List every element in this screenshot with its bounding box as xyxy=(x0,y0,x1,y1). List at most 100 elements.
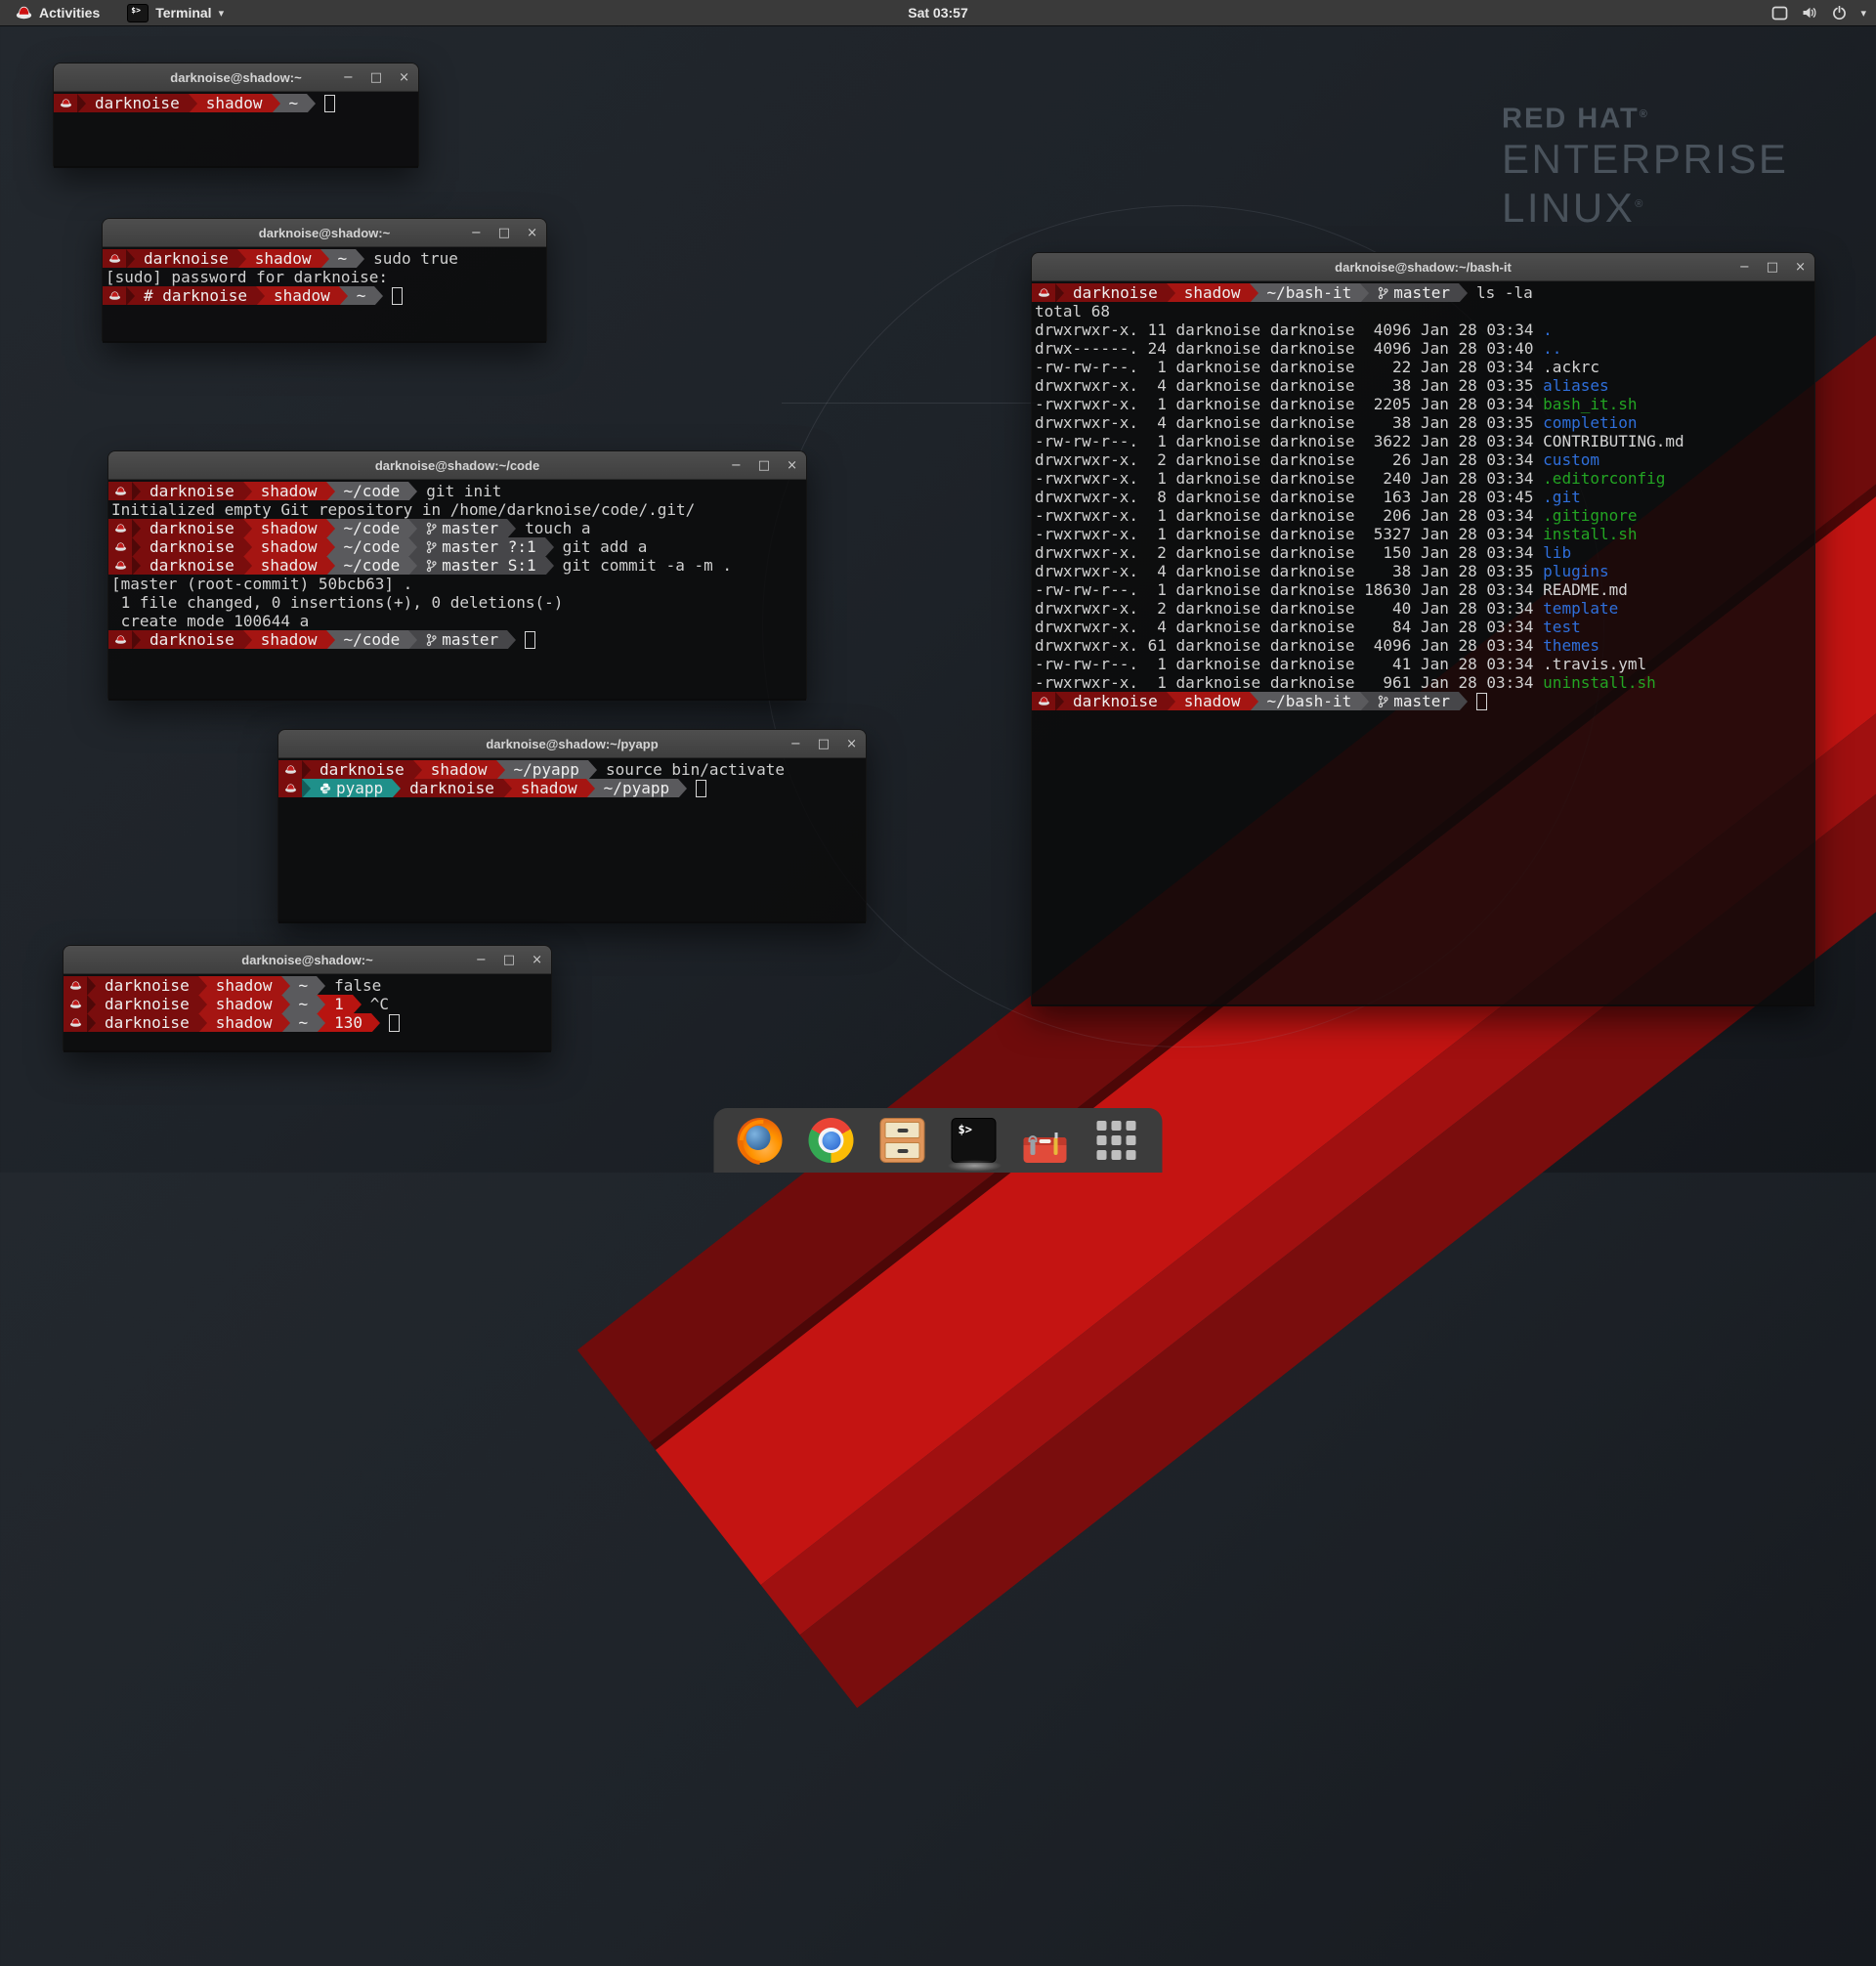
powerline-arrow xyxy=(326,537,335,556)
maximize-button[interactable]: □ xyxy=(1767,261,1778,274)
prompt-segment-path: ~/code xyxy=(335,630,409,649)
terminal-window-home-1[interactable]: darknoise@shadow:~ − □ × darknoiseshadow… xyxy=(53,63,419,167)
prompt-segment-text: shadow xyxy=(431,760,488,779)
powerline-arrow xyxy=(243,482,252,500)
window-titlebar[interactable]: darknoise@shadow:~ − □ × xyxy=(54,64,418,92)
terminal-line: darknoiseshadow~/bash-itmaster xyxy=(1032,692,1814,710)
prompt-segment-text: darknoise xyxy=(105,995,190,1013)
minimize-button[interactable]: − xyxy=(471,227,482,239)
maximize-button[interactable]: □ xyxy=(818,738,830,750)
files-icon[interactable] xyxy=(880,1118,925,1163)
window-titlebar[interactable]: darknoise@shadow:~/code − □ × xyxy=(108,451,806,480)
prompt-segment-icon xyxy=(64,976,87,995)
app-menu-terminal[interactable]: $> Terminal ▾ xyxy=(117,0,234,25)
file-name: custom xyxy=(1543,450,1599,469)
prompt-segment-path: ~ xyxy=(329,249,357,268)
powerline-arrow xyxy=(392,779,401,797)
terminal-line: [sudo] password for darknoise: xyxy=(103,268,546,286)
prompt-segment-user: darknoise xyxy=(141,630,243,649)
terminal-window-exit-codes[interactable]: darknoise@shadow:~ − □ × darknoiseshadow… xyxy=(63,945,552,1051)
prompt-segment-text: master xyxy=(442,630,498,649)
powerline-arrow xyxy=(1167,283,1175,302)
toolbox-icon[interactable] xyxy=(1023,1118,1068,1163)
command-text: ^C xyxy=(370,995,389,1013)
prompt-segment-path: ~ xyxy=(290,995,318,1013)
powerline-arrow xyxy=(1250,692,1258,710)
prompt-segment-path: ~/bash-it xyxy=(1258,692,1361,710)
powerline-arrow xyxy=(320,249,329,268)
powerline-arrow xyxy=(272,94,280,112)
chrome-icon[interactable] xyxy=(809,1118,854,1163)
powerline-arrow xyxy=(408,556,417,575)
terminal-cursor xyxy=(389,1014,400,1032)
prompt-segment-text: darknoise xyxy=(320,760,405,779)
prompt-segment-path: ~/code xyxy=(335,556,409,575)
redhat-icon xyxy=(60,98,72,108)
prompt-segment-text: 1 xyxy=(334,995,344,1013)
app-grid-icon[interactable] xyxy=(1094,1118,1139,1163)
minimize-button[interactable]: − xyxy=(1739,261,1750,274)
window-titlebar[interactable]: darknoise@shadow:~/pyapp − □ × xyxy=(278,730,866,758)
terminal-icon[interactable]: $> xyxy=(952,1118,997,1163)
prompt-segment-host: shadow xyxy=(197,94,272,112)
minimize-button[interactable]: − xyxy=(476,954,487,966)
terminal-window-pyapp[interactable]: darknoise@shadow:~/pyapp − □ × darknoise… xyxy=(277,729,867,922)
close-button[interactable]: × xyxy=(399,71,409,84)
close-button[interactable]: × xyxy=(1795,261,1806,274)
running-indicator xyxy=(948,1160,1002,1172)
redhat-icon xyxy=(284,783,297,793)
terminal-line: darknoiseshadow~/codegit init xyxy=(108,482,806,500)
terminal-content[interactable]: darknoiseshadow~ xyxy=(54,92,418,168)
wallpaper-hairline xyxy=(782,403,1036,404)
terminal-line: -rw-rw-r--. 1 darknoise darknoise 3622 J… xyxy=(1032,432,1814,450)
maximize-button[interactable]: □ xyxy=(758,459,770,472)
firefox-icon[interactable] xyxy=(738,1118,783,1163)
redhat-icon xyxy=(69,999,82,1009)
terminal-content[interactable]: darknoiseshadow~falsedarknoiseshadow~1^C… xyxy=(64,974,551,1052)
maximize-button[interactable]: □ xyxy=(370,71,382,84)
prompt-segment-text: master xyxy=(442,519,498,537)
prompt-segment-text: ~/bash-it xyxy=(1267,283,1352,302)
window-titlebar[interactable]: darknoise@shadow:~ − □ × xyxy=(103,219,546,247)
prompt-segment-user: darknoise xyxy=(401,779,503,797)
prompt-segment-text: master ?:1 xyxy=(442,537,535,556)
window-titlebar[interactable]: darknoise@shadow:~/bash-it − □ × xyxy=(1032,253,1814,281)
prompt-segment-text: shadow xyxy=(1184,283,1241,302)
clock-label[interactable]: Sat 03:57 xyxy=(908,5,967,21)
terminal-content[interactable]: darknoiseshadow~/bash-itmasterls -latota… xyxy=(1032,281,1814,1006)
close-button[interactable]: × xyxy=(787,459,797,472)
powerline-arrow xyxy=(353,995,362,1013)
redhat-icon xyxy=(284,764,297,775)
terminal-line: drwxrwxr-x. 61 darknoise darknoise 4096 … xyxy=(1032,636,1814,655)
system-tray[interactable]: ▾ xyxy=(1771,0,1866,25)
minimize-button[interactable]: − xyxy=(790,738,801,750)
terminal-content[interactable]: darknoiseshadow~/codegit initInitialized… xyxy=(108,480,806,701)
maximize-button[interactable]: □ xyxy=(503,954,515,966)
terminal-content[interactable]: darknoiseshadow~sudo true[sudo] password… xyxy=(103,247,546,343)
terminal-window-bashit[interactable]: darknoise@shadow:~/bash-it − □ × darknoi… xyxy=(1031,252,1815,1005)
file-name: .travis.yml xyxy=(1543,655,1646,673)
prompt-segment-icon xyxy=(108,630,132,649)
terminal-cursor xyxy=(696,780,706,797)
prompt-segment-user: darknoise xyxy=(96,976,198,995)
prompt-segment-text: darknoise xyxy=(105,1013,190,1032)
close-button[interactable]: × xyxy=(846,738,857,750)
activities-button[interactable]: Activities xyxy=(8,0,107,25)
redhat-icon xyxy=(1038,287,1050,298)
prompt-segment-icon xyxy=(108,537,132,556)
close-button[interactable]: × xyxy=(532,954,542,966)
terminal-line: -rw-rw-r--. 1 darknoise darknoise 41 Jan… xyxy=(1032,655,1814,673)
powerline-arrow xyxy=(87,995,96,1013)
prompt-segment-text: ~ xyxy=(338,249,348,268)
window-titlebar[interactable]: darknoise@shadow:~ − □ × xyxy=(64,946,551,974)
terminal-window-sudo[interactable]: darknoise@shadow:~ − □ × darknoiseshadow… xyxy=(102,218,547,342)
maximize-button[interactable]: □ xyxy=(498,227,510,239)
minimize-button[interactable]: − xyxy=(343,71,354,84)
terminal-content[interactable]: darknoiseshadow~/pyappsource bin/activat… xyxy=(278,758,866,923)
minimize-button[interactable]: − xyxy=(731,459,742,472)
powerline-arrow xyxy=(678,779,687,797)
close-button[interactable]: × xyxy=(527,227,537,239)
prompt-segment-text: ~/code xyxy=(344,519,401,537)
terminal-line: drwxrwxr-x. 2 darknoise darknoise 26 Jan… xyxy=(1032,450,1814,469)
terminal-window-code[interactable]: darknoise@shadow:~/code − □ × darknoises… xyxy=(107,450,807,700)
